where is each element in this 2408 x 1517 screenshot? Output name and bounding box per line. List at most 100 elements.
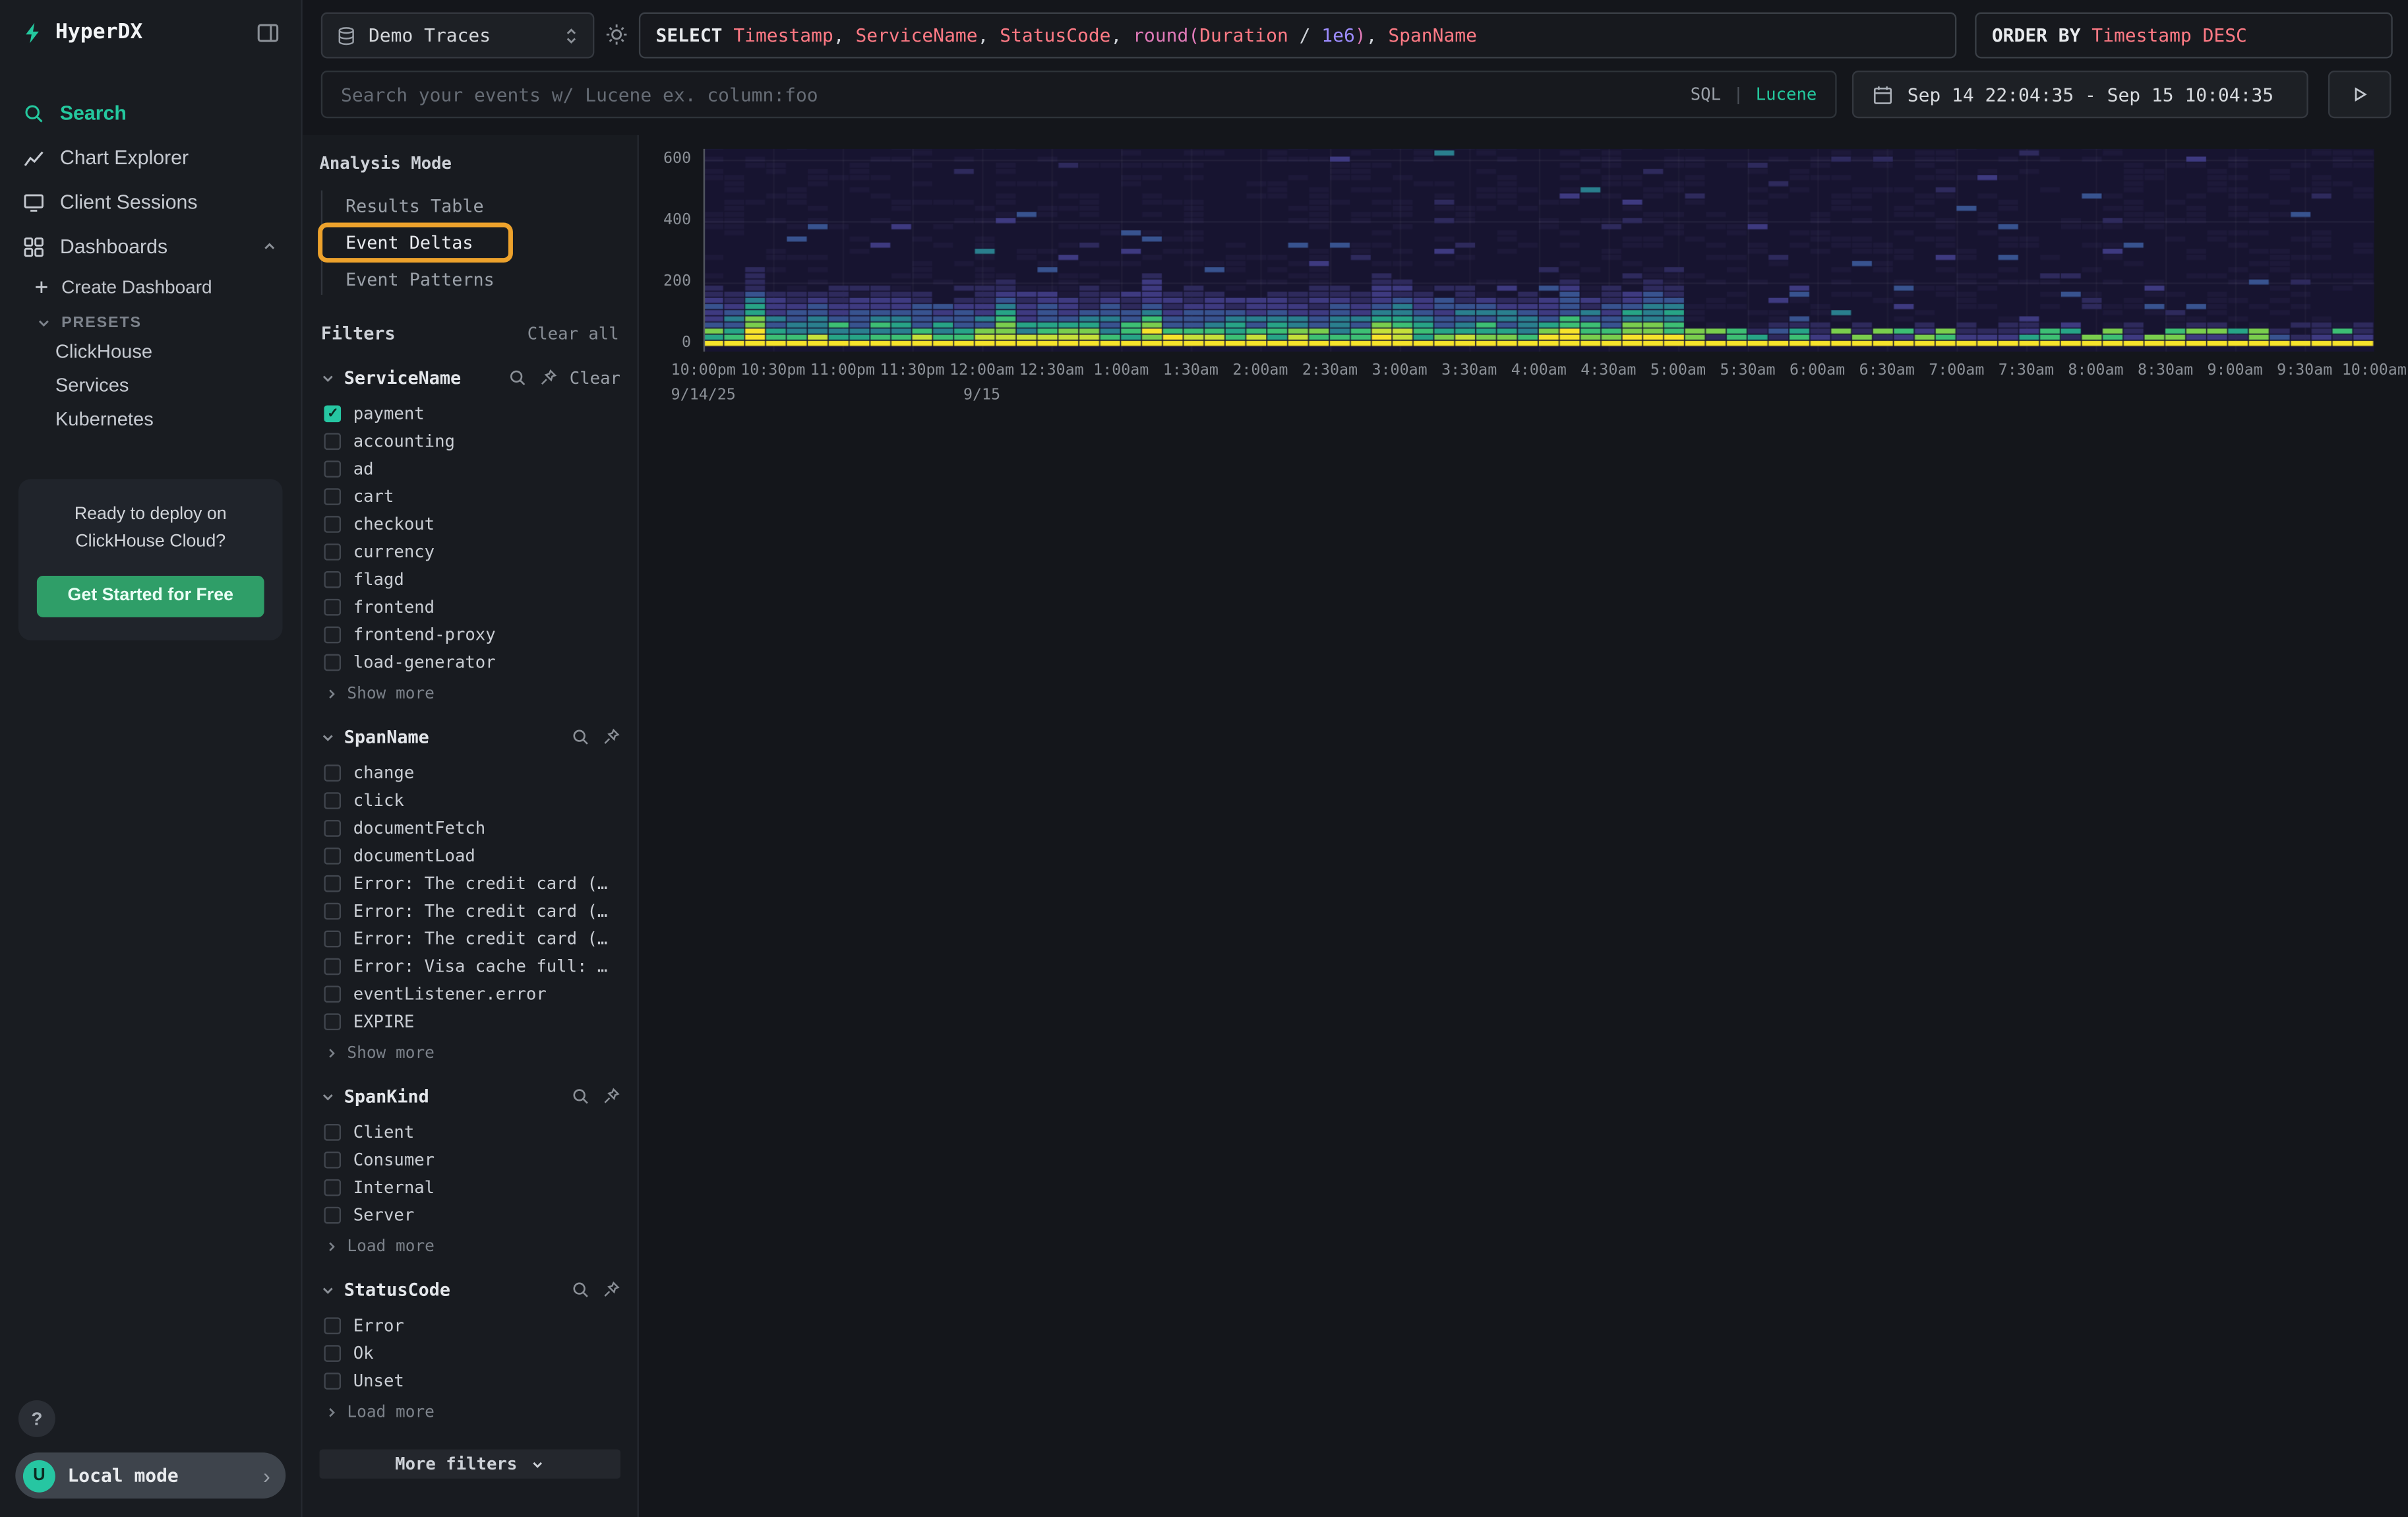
checkbox[interactable] (324, 1012, 341, 1030)
checkbox[interactable] (324, 985, 341, 1002)
magnifier-icon[interactable] (508, 369, 527, 387)
checkbox[interactable] (324, 460, 341, 477)
magnifier-icon[interactable] (571, 1087, 589, 1105)
filter-checkbox-cart[interactable]: cart (319, 482, 620, 510)
checkbox[interactable] (324, 404, 341, 421)
filter-checkbox-frontend[interactable]: frontend (319, 593, 620, 621)
filter-checkbox-server[interactable]: Server (319, 1200, 620, 1228)
mode-toggle-lucene[interactable]: Lucene (1756, 84, 1817, 104)
sidebar-collapse-icon[interactable] (256, 20, 280, 44)
source-selector[interactable]: Demo Traces (321, 13, 595, 59)
analysis-mode-option-event-deltas[interactable]: Event Deltas (322, 228, 508, 259)
checkbox[interactable] (324, 626, 341, 643)
checkbox[interactable] (324, 515, 341, 532)
filter-checkbox-error-visa-cache-full[interactable]: Error: Visa cache full: … (319, 952, 620, 979)
preset-item-clickhouse[interactable]: ClickHouse (0, 334, 301, 368)
filter-group-name[interactable]: SpanName (344, 726, 429, 748)
checkbox[interactable] (324, 875, 341, 892)
filter-checkbox-error-the-credit-card[interactable]: Error: The credit card (… (319, 896, 620, 924)
checkbox[interactable] (324, 598, 341, 615)
heatmap-canvas[interactable] (704, 149, 2374, 352)
analysis-mode-option-results-table[interactable]: Results Table (322, 191, 620, 222)
user-menu[interactable]: U Local mode › (15, 1452, 286, 1499)
sidebar-item-chart-explorer[interactable]: Chart Explorer (0, 135, 301, 180)
filter-checkbox-consumer[interactable]: Consumer (319, 1146, 620, 1173)
gear-icon[interactable] (605, 23, 628, 46)
mode-toggle-sql[interactable]: SQL (1691, 84, 1721, 104)
more-filters-button[interactable]: More filters (319, 1450, 620, 1479)
checkbox[interactable] (324, 571, 341, 588)
checkbox[interactable] (324, 930, 341, 947)
filter-checkbox-unset[interactable]: Unset (319, 1367, 620, 1394)
filter-group-name[interactable]: StatusCode (344, 1279, 450, 1301)
checkbox[interactable] (324, 902, 341, 919)
checkbox[interactable] (324, 1151, 341, 1168)
checkbox[interactable] (324, 847, 341, 864)
presets-toggle[interactable]: PRESETS (0, 305, 301, 334)
sql-query-editor[interactable]: SELECT Timestamp, ServiceName, StatusCod… (639, 13, 1956, 59)
search-input[interactable] (341, 84, 1678, 106)
sidebar-item-client-sessions[interactable]: Client Sessions (0, 179, 301, 224)
filter-checkbox-payment[interactable]: payment (319, 399, 620, 427)
app-logo[interactable]: HyperDX (22, 20, 143, 44)
analysis-mode-option-event-patterns[interactable]: Event Patterns (322, 264, 620, 295)
filter-checkbox-change[interactable]: change (319, 758, 620, 786)
filter-checkbox-currency[interactable]: currency (319, 538, 620, 565)
sidebar-item-search[interactable]: Search (0, 90, 301, 135)
create-dashboard-button[interactable]: Create Dashboard (0, 268, 301, 305)
filter-checkbox-checkout[interactable]: checkout (319, 510, 620, 538)
magnifier-icon[interactable] (571, 728, 589, 746)
filter-group-show-more-button[interactable]: Show more (319, 1035, 620, 1063)
run-query-button[interactable] (2328, 71, 2391, 118)
sidebar-item-dashboards[interactable]: Dashboards (0, 224, 301, 269)
pin-icon[interactable] (602, 1087, 620, 1105)
filter-checkbox-documentload[interactable]: documentLoad (319, 842, 620, 869)
checkbox[interactable] (324, 957, 341, 974)
filter-checkbox-documentfetch[interactable]: documentFetch (319, 814, 620, 842)
filter-group-name[interactable]: ServiceName (344, 367, 461, 388)
filter-group-load-more-button[interactable]: Load more (319, 1228, 620, 1256)
checkbox[interactable] (324, 791, 341, 809)
help-button[interactable]: ? (18, 1400, 55, 1437)
filter-checkbox-accounting[interactable]: accounting (319, 427, 620, 454)
pin-icon[interactable] (602, 728, 620, 746)
filter-checkbox-client[interactable]: Client (319, 1118, 620, 1146)
checkbox[interactable] (324, 1316, 341, 1334)
checkbox[interactable] (324, 432, 341, 449)
filter-group-show-more-button[interactable]: Show more (319, 675, 620, 703)
date-range-picker[interactable]: Sep 14 22:04:35 - Sep 15 10:04:35 (1852, 71, 2308, 118)
filter-checkbox-ok[interactable]: Ok (319, 1339, 620, 1367)
filter-checkbox-load-generator[interactable]: load-generator (319, 648, 620, 675)
filter-group-clear-button[interactable]: Clear (570, 368, 620, 388)
checkbox[interactable] (324, 1179, 341, 1196)
pin-icon[interactable] (602, 1280, 620, 1299)
magnifier-icon[interactable] (571, 1280, 589, 1299)
filter-checkbox-internal[interactable]: Internal (319, 1173, 620, 1201)
filter-group-name[interactable]: SpanKind (344, 1086, 429, 1107)
checkbox[interactable] (324, 487, 341, 505)
checkbox[interactable] (324, 654, 341, 671)
filter-checkbox-error-the-credit-card[interactable]: Error: The credit card (… (319, 869, 620, 897)
preset-item-kubernetes[interactable]: Kubernetes (0, 402, 301, 436)
filter-checkbox-ad[interactable]: ad (319, 454, 620, 482)
filter-checkbox-error-the-credit-card[interactable]: Error: The credit card (… (319, 924, 620, 952)
clear-all-filters-button[interactable]: Clear all (527, 323, 619, 343)
filter-checkbox-frontend-proxy[interactable]: frontend-proxy (319, 620, 620, 648)
checkbox[interactable] (324, 819, 341, 836)
checkbox[interactable] (324, 543, 341, 560)
filter-checkbox-flagd[interactable]: flagd (319, 565, 620, 593)
filter-checkbox-click[interactable]: click (319, 786, 620, 814)
checkbox[interactable] (324, 1123, 341, 1140)
filter-checkbox-eventlistener-error[interactable]: eventListener.error (319, 979, 620, 1007)
filter-checkbox-error[interactable]: Error (319, 1311, 620, 1339)
get-started-button[interactable]: Get Started for Free (37, 575, 264, 617)
checkbox[interactable] (324, 1344, 341, 1361)
filter-checkbox-expire[interactable]: EXPIRE (319, 1007, 620, 1035)
filter-group-load-more-button[interactable]: Load more (319, 1394, 620, 1422)
checkbox[interactable] (324, 764, 341, 781)
preset-item-services[interactable]: Services (0, 369, 301, 402)
checkbox[interactable] (324, 1206, 341, 1223)
checkbox[interactable] (324, 1372, 341, 1389)
pin-icon[interactable] (539, 369, 557, 387)
order-by-editor[interactable]: ORDER BY Timestamp DESC (1975, 13, 2393, 59)
